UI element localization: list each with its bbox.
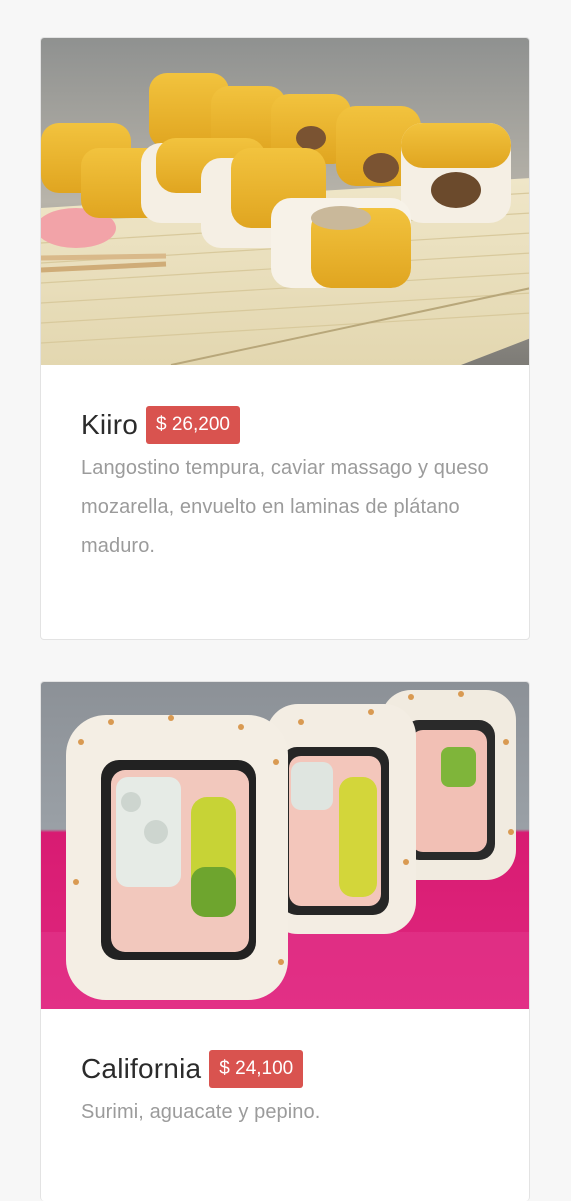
california-photo <box>41 682 529 1009</box>
california-title-row: California $ 24,100 <box>81 1049 489 1089</box>
menu-card-kiiro[interactable]: Kiiro $ 26,200 Langostino tempura, cavia… <box>40 37 530 640</box>
california-details: California $ 24,100 Surimi, aguacate y p… <box>41 1009 529 1132</box>
kiiro-photo <box>41 38 529 365</box>
dish-name: California <box>81 1053 202 1084</box>
dish-name: Kiiro <box>81 409 139 440</box>
kiiro-details: Kiiro $ 26,200 Langostino tempura, cavia… <box>41 365 529 566</box>
menu-card-california[interactable]: California $ 24,100 Surimi, aguacate y p… <box>40 681 530 1201</box>
dish-description: Langostino tempura, caviar massago y que… <box>81 457 489 557</box>
price-badge: $ 26,200 <box>146 406 240 444</box>
price-badge: $ 24,100 <box>209 1050 304 1088</box>
kiiro-title-row: Kiiro $ 26,200 <box>81 405 489 445</box>
dish-description: Surimi, aguacate y pepino. <box>81 1101 321 1123</box>
